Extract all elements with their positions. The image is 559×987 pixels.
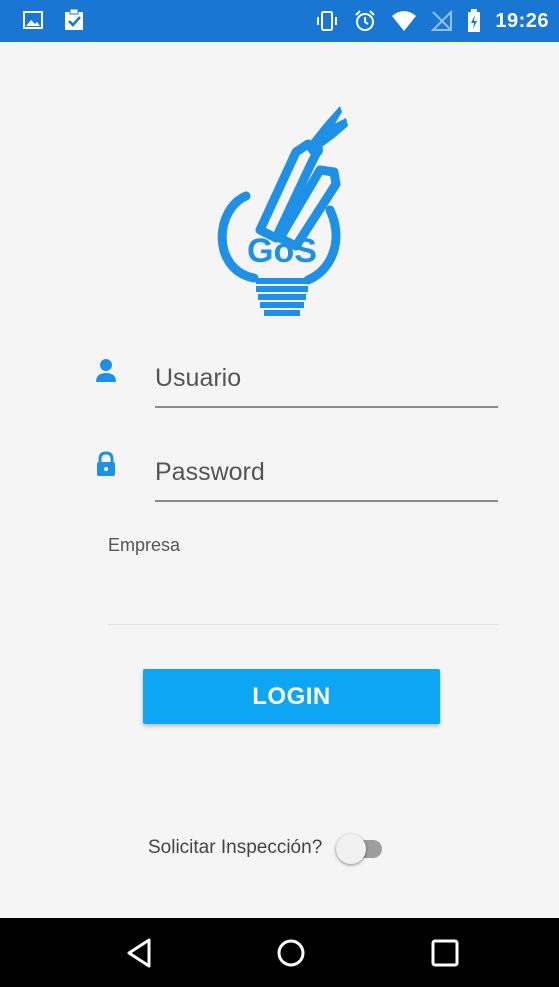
status-right-icons: 19:26 (315, 6, 549, 36)
login-button[interactable]: LOGIN (143, 669, 440, 724)
inspection-toggle[interactable] (330, 830, 388, 866)
status-left-icons (22, 8, 86, 32)
user-icon (96, 359, 116, 382)
logo-text: GoS (247, 232, 317, 270)
username-row (92, 342, 500, 408)
vibrate-icon (317, 11, 338, 31)
app-logo: GoS (212, 100, 352, 322)
back-icon[interactable] (123, 936, 157, 970)
wifi-icon (392, 11, 417, 31)
password-input[interactable] (155, 436, 498, 502)
password-row (92, 436, 500, 502)
alarm-icon (355, 10, 376, 31)
inspection-label: Solicitar Inspección? (148, 837, 323, 858)
clipboard-check-icon (65, 8, 83, 30)
navigation-bar (0, 918, 559, 987)
toggle-thumb (336, 834, 367, 864)
company-label: Empresa (108, 535, 181, 555)
company-select[interactable] (108, 570, 499, 625)
no-sim-icon (431, 10, 453, 31)
inspection-row: Solicitar Inspección? (148, 828, 388, 868)
username-input[interactable] (155, 342, 498, 408)
home-icon[interactable] (274, 936, 308, 970)
status-bar: 19:26 (0, 0, 559, 42)
image-icon (23, 11, 43, 29)
lock-icon (97, 451, 115, 476)
status-time: 19:26 (495, 9, 549, 32)
battery-icon (468, 9, 481, 32)
recents-icon[interactable] (428, 936, 462, 970)
lightbulb-pliers-logo-icon: GoS (217, 106, 348, 316)
